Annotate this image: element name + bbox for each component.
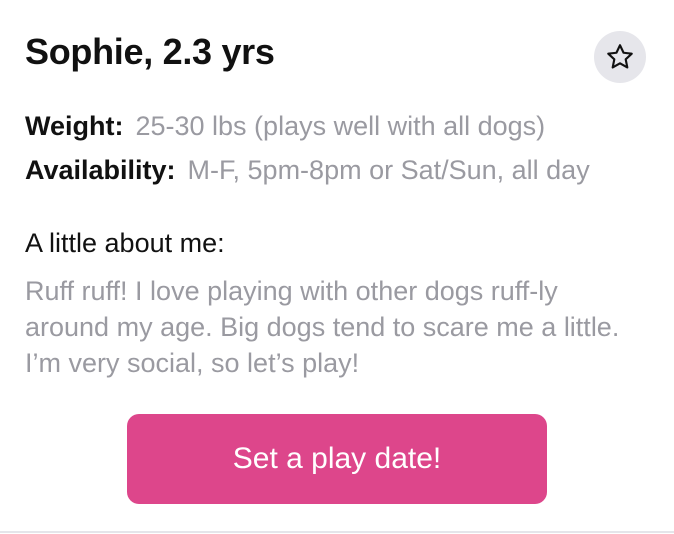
about-heading: A little about me: — [25, 228, 225, 258]
favorite-button[interactable] — [594, 31, 646, 83]
weight-row: Weight: 25-30 lbs (plays well with all do… — [25, 109, 545, 143]
about-text: Ruff ruff! I love playing with other dog… — [25, 276, 620, 378]
weight-value: 25-30 lbs (plays well with all dogs) — [135, 111, 546, 141]
weight-label: Weight: — [25, 111, 124, 141]
star-outline-icon — [607, 44, 633, 69]
set-play-date-button[interactable]: Set a play date! — [127, 414, 547, 504]
availability-value: M-F, 5pm-8pm or Sat/Sun, all day — [187, 155, 590, 185]
availability-label: Availability: — [25, 155, 176, 185]
availability-row: Availability: M-F, 5pm-8pm or Sat/Sun, al… — [25, 153, 590, 187]
dog-profile-card: Sophie, 2.3 yrs Weight: 25-30 lbs (plays … — [0, 0, 674, 534]
profile-title: Sophie, 2.3 yrs — [25, 31, 275, 72]
divider — [0, 531, 674, 533]
